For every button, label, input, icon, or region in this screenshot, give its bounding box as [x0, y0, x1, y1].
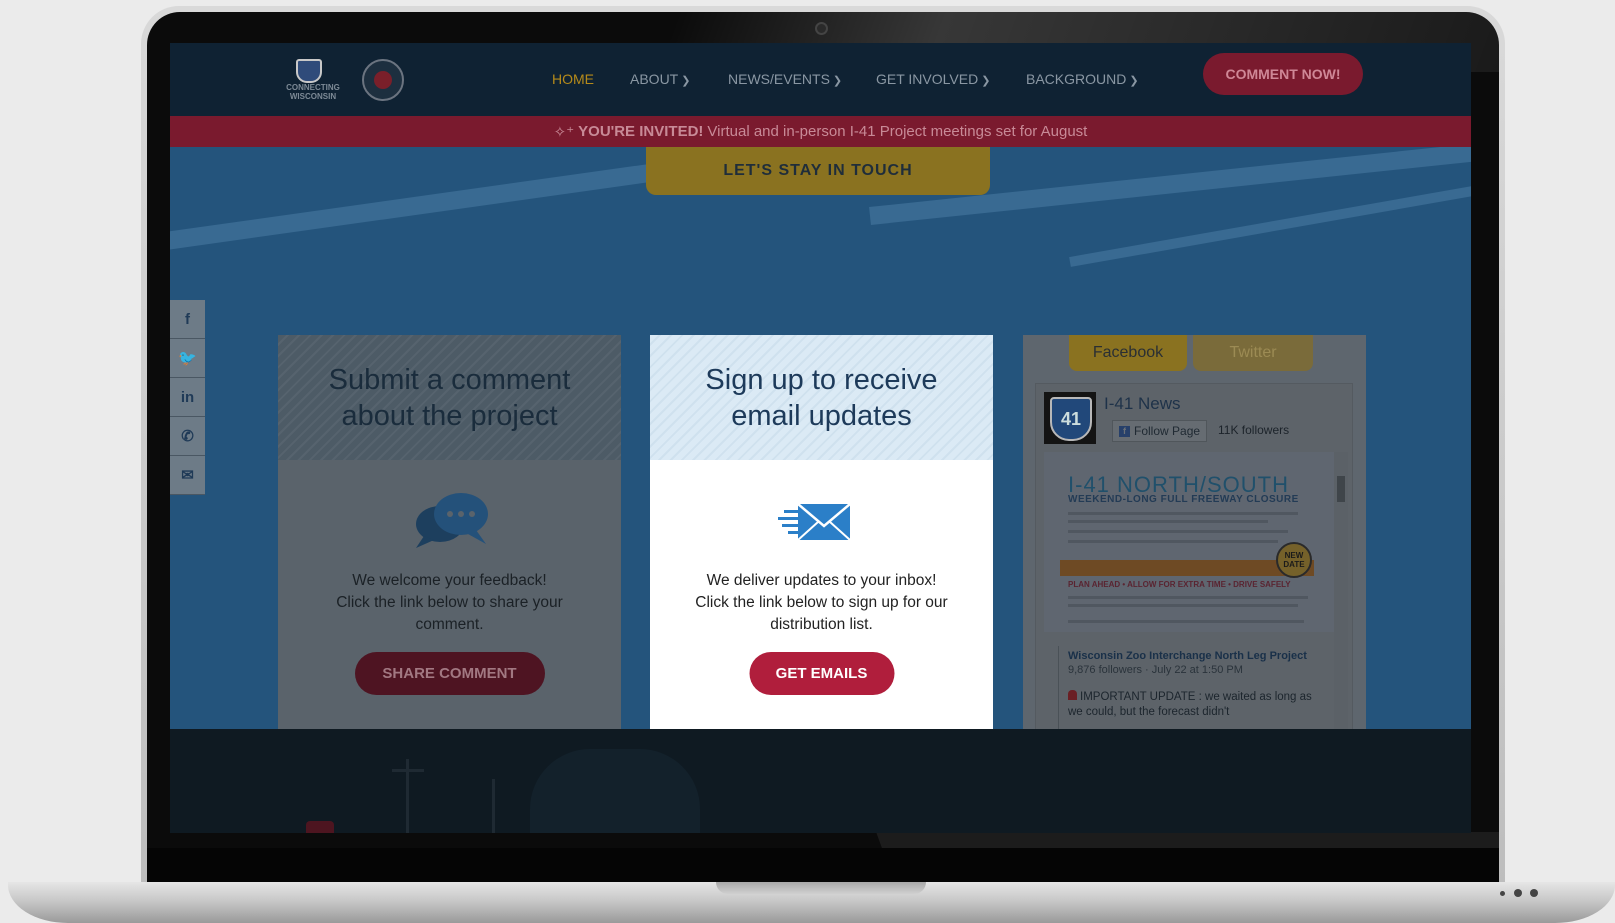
interstate-shield-icon — [296, 59, 322, 83]
site-header: CONNECTING WISCONSIN HOME ABOUT ❯ NEWS/EV… — [170, 43, 1471, 116]
share-comment-button[interactable]: SHARE COMMENT — [354, 652, 545, 695]
status-light — [1530, 889, 1538, 897]
envelope-speed-icon — [650, 490, 993, 550]
nav-item-home[interactable]: HOME — [552, 71, 594, 87]
chevron-down-icon: ❯ — [1129, 75, 1139, 87]
camera-icon — [815, 22, 828, 35]
stay-in-touch-heading: LET'S STAY IN TOUCH — [646, 147, 990, 195]
get-emails-button[interactable]: GET EMAILS — [749, 652, 894, 695]
interstate-shield-icon — [306, 821, 334, 833]
social-feed-card: Facebook Twitter 41 I-41 News f Follow P… — [1023, 335, 1366, 729]
utility-pole — [492, 779, 495, 833]
state-seal-icon — [362, 59, 404, 101]
chat-bubbles-icon — [278, 490, 621, 550]
chevron-down-icon: ❯ — [681, 75, 691, 87]
post-author-link[interactable]: Wisconsin Zoo Interchange North Leg Proj… — [1068, 650, 1307, 662]
banner-text: Virtual and in-person I-41 Project meeti… — [707, 123, 1088, 140]
post-image[interactable]: I-41 NORTH/SOUTH WEEKEND-LONG FULL FREEW… — [1044, 452, 1334, 632]
browser-screen: CONNECTING WISCONSIN HOME ABOUT ❯ NEWS/EV… — [170, 43, 1471, 833]
utility-pole-arm — [392, 769, 424, 772]
tab-facebook[interactable]: Facebook — [1069, 335, 1187, 371]
nav-item-news-events[interactable]: NEWS/EVENTS ❯ — [728, 71, 842, 87]
whatsapp-icon[interactable]: ✆ — [170, 417, 205, 456]
post-text-line — [1068, 540, 1278, 543]
nav-item-about[interactable]: ABOUT ❯ — [630, 71, 690, 87]
chevron-down-icon: ❯ — [832, 75, 843, 87]
nav-item-background[interactable]: BACKGROUND ❯ — [1026, 71, 1139, 87]
post-text-line — [1068, 530, 1288, 533]
interstate-shield-icon: 41 — [1050, 397, 1092, 441]
main-content: LET'S STAY IN TOUCH f 🐦 in ✆ ✉ Submit a … — [170, 147, 1471, 729]
sparkle-icon: ✧⁺ — [553, 123, 575, 141]
post-text-line — [1068, 520, 1268, 523]
post-text-line — [1068, 596, 1308, 599]
comment-card: Submit a comment about the project We we… — [278, 335, 621, 729]
siren-icon — [1068, 690, 1077, 700]
bezel-chin — [147, 848, 1499, 886]
banner-highlight: YOU'RE INVITED! — [578, 123, 704, 140]
post-text-line — [1068, 620, 1304, 623]
feed-scrollbar[interactable] — [1334, 452, 1348, 729]
post-image-subtitle: WEEKEND-LONG FULL FREEWAY CLOSURE — [1068, 494, 1299, 505]
comment-card-text: We welcome your feedback! Click the link… — [336, 572, 563, 633]
post-text-line — [1068, 512, 1298, 515]
status-light — [1514, 889, 1522, 897]
follow-page-button[interactable]: f Follow Page — [1112, 420, 1208, 442]
comment-card-title: Submit a comment about the project — [278, 335, 621, 460]
page-name-link[interactable]: I-41 News — [1104, 394, 1181, 414]
post-text-line — [1068, 604, 1298, 607]
post-update-text: IMPORTANT UPDATE : we waited as long as … — [1068, 690, 1312, 718]
social-share-bar: f 🐦 in ✆ ✉ — [170, 300, 205, 495]
laptop-notch — [716, 882, 926, 894]
tab-twitter[interactable]: Twitter — [1193, 335, 1313, 371]
linkedin-icon[interactable]: in — [170, 378, 205, 417]
facebook-embed: 41 I-41 News f Follow Page 11K followers… — [1035, 383, 1353, 729]
post-meta: 9,876 followers · July 22 at 1:50 PM — [1068, 664, 1243, 676]
post-divider — [1058, 646, 1059, 729]
facebook-icon: f — [1119, 425, 1130, 437]
page-avatar[interactable]: 41 — [1044, 392, 1096, 444]
facebook-icon[interactable]: f — [170, 300, 205, 339]
comment-now-button[interactable]: COMMENT NOW! — [1203, 53, 1363, 95]
email-card: Sign up to receive email updates We deli… — [650, 335, 993, 729]
email-icon[interactable]: ✉ — [170, 456, 205, 495]
site-logo[interactable]: CONNECTING WISCONSIN — [278, 57, 408, 103]
status-light — [1500, 891, 1505, 896]
post-plan-ahead: PLAN AHEAD • ALLOW FOR EXTRA TIME • DRIV… — [1068, 580, 1291, 589]
logo-text: CONNECTING WISCONSIN — [286, 83, 340, 101]
email-card-title: Sign up to receive email updates — [650, 335, 993, 460]
chevron-down-icon: ❯ — [981, 75, 991, 87]
announcement-banner[interactable]: ✧⁺ YOU'RE INVITED! Virtual and in-person… — [170, 116, 1471, 147]
scrollbar-thumb[interactable] — [1337, 476, 1345, 502]
tree-silhouette — [530, 749, 700, 833]
nav-item-get-involved[interactable]: GET INVOLVED ❯ — [876, 71, 990, 87]
footer-hero-image — [170, 729, 1471, 833]
followers-count: 11K followers — [1218, 423, 1290, 437]
new-date-badge: NEW DATE — [1276, 542, 1312, 578]
email-card-text: We deliver updates to your inbox! Click … — [695, 572, 948, 633]
twitter-icon[interactable]: 🐦 — [170, 339, 205, 378]
